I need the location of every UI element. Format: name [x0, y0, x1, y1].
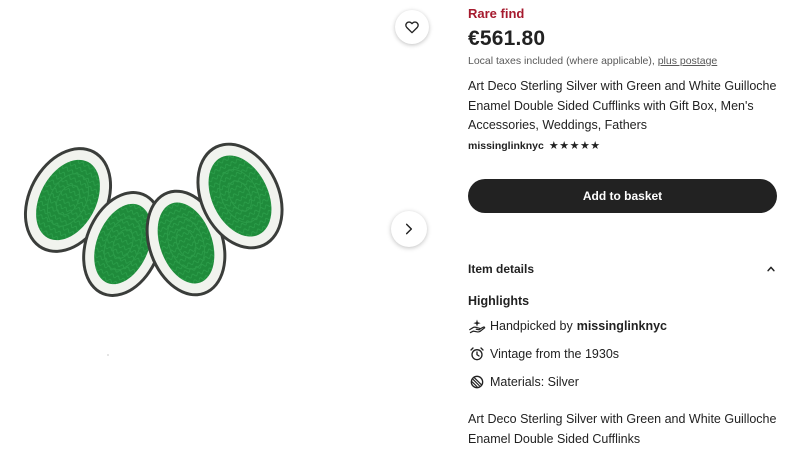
- favorite-button[interactable]: [395, 10, 429, 44]
- price: €561.80: [468, 27, 546, 50]
- heart-icon: [405, 21, 419, 34]
- product-image[interactable]: [20, 140, 320, 320]
- product-title: Art Deco Sterling Silver with Green and …: [468, 79, 777, 132]
- highlight-vintage: Vintage from the 1930s: [468, 346, 619, 362]
- alarm-clock-icon: [468, 346, 486, 362]
- taxes-text: Local taxes included (where applicable),: [468, 55, 655, 67]
- next-image-button[interactable]: [391, 211, 427, 247]
- item-details-toggle[interactable]: Item details: [468, 258, 778, 280]
- taxes-note: Local taxes included (where applicable),…: [468, 55, 717, 67]
- item-description: Art Deco Sterling Silver with Green and …: [468, 412, 777, 446]
- shop-name-link[interactable]: missinglinknyc: [468, 140, 544, 152]
- postage-link[interactable]: plus postage: [658, 55, 718, 67]
- hand-icon: [468, 318, 486, 334]
- highlight-materials: Materials: Silver: [468, 374, 579, 390]
- highlights-heading: Highlights: [468, 294, 530, 308]
- highlight-shop-name[interactable]: missinglinknyc: [577, 319, 667, 333]
- materials-icon: [468, 374, 486, 390]
- star-rating[interactable]: ★★★★★: [549, 139, 601, 152]
- chevron-up-icon: [766, 264, 776, 274]
- image-speck: [107, 354, 109, 356]
- shop-rating-row: missinglinknyc ★★★★★: [468, 139, 601, 153]
- highlight-handpicked-prefix: Handpicked by: [490, 319, 573, 333]
- chevron-right-icon: [405, 223, 413, 235]
- highlight-handpicked: Handpicked by missinglinknyc: [468, 318, 667, 334]
- item-details-label: Item details: [468, 262, 535, 276]
- highlight-materials-text: Materials: Silver: [490, 375, 579, 389]
- add-to-basket-button[interactable]: Add to basket: [468, 179, 777, 213]
- rare-find-label: Rare find: [468, 6, 525, 21]
- highlight-vintage-text: Vintage from the 1930s: [490, 347, 620, 361]
- product-gallery: [0, 0, 440, 456]
